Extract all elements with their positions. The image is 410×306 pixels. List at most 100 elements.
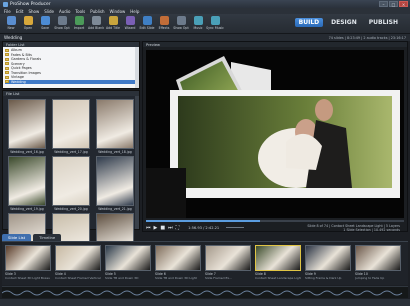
toolbar-music-button[interactable]: Music bbox=[190, 16, 206, 30]
menu-tools[interactable]: Tools bbox=[75, 9, 85, 14]
play-icon[interactable]: ▶ bbox=[154, 225, 158, 231]
toolbar-label: Show Opt bbox=[54, 26, 70, 30]
folder-icon bbox=[5, 62, 9, 66]
folder-label: Vintage bbox=[11, 75, 24, 80]
slide-thumbnail bbox=[255, 245, 301, 271]
show-title: Wedding bbox=[4, 35, 23, 40]
file-list-panel: File List Wedding_vert_16.jpg Wedding_ver… bbox=[2, 90, 140, 268]
file-thumbnail-image bbox=[96, 99, 134, 149]
folder-label: Scenery bbox=[11, 61, 25, 66]
toolbar-wizard-button[interactable]: Wizard bbox=[122, 16, 138, 30]
slide-item[interactable]: Slide 10 Jumping to Fade Up bbox=[355, 245, 401, 282]
menu-publish[interactable]: Publish bbox=[90, 9, 104, 14]
folder-icon bbox=[5, 66, 9, 70]
file-thumbnail[interactable]: Wedding_vert_17.jpg bbox=[51, 99, 91, 154]
slide-name: Slide Framed Ex... bbox=[205, 276, 233, 280]
seek-progress bbox=[146, 220, 260, 222]
folder-list-scrollbar[interactable] bbox=[135, 47, 139, 88]
menu-help[interactable]: Help bbox=[130, 9, 139, 14]
window-title: ProShow Producer bbox=[10, 1, 51, 7]
edit-slide-icon bbox=[142, 16, 152, 25]
toolbar-label: Edit Slide bbox=[139, 26, 155, 30]
show-options-icon bbox=[57, 16, 67, 25]
prev-icon[interactable]: ⏮ bbox=[146, 225, 151, 231]
menu-slide[interactable]: Slide bbox=[44, 9, 54, 14]
toolbar-label: Wizard bbox=[124, 26, 136, 30]
menu-audio[interactable]: Audio bbox=[59, 9, 70, 14]
slide-info-line-2: 1 Slide Selection | 10.492 seconds bbox=[343, 228, 400, 232]
slide-item[interactable]: Slide 7 Slide Framed Ex... bbox=[205, 245, 251, 282]
slide-item[interactable]: Slide 5 Slide TB and Down 3D bbox=[105, 245, 151, 282]
slide-thumbnail bbox=[5, 245, 51, 271]
toolbar-options-button[interactable]: Show Opt bbox=[173, 16, 189, 30]
volume-slider[interactable] bbox=[226, 226, 245, 229]
tab-slide-list[interactable]: Slide List bbox=[2, 234, 32, 241]
folder-icon bbox=[5, 71, 9, 75]
slide-item[interactable]: Slide 6 Slide TB and Down 3D Light bbox=[155, 245, 201, 282]
slide-item[interactable]: Slide 9 Sitting Frame & Dark Up bbox=[305, 245, 351, 282]
slide-list: Slide 3 Contact Sheet 3D Light Boxes Slide… bbox=[2, 241, 408, 285]
slide-name: Sitting Frame & Dark Up bbox=[305, 276, 342, 280]
playback-controls: ⏮ ▶ ■ ⏭ ⛶ 1:56.93 / 2:42.21 Slide 8 of 7… bbox=[146, 224, 404, 232]
toolbar-label: Show Opt bbox=[173, 26, 189, 30]
toolbar-edit-slide-button[interactable]: Edit Slide bbox=[139, 16, 155, 30]
tab-timeline[interactable]: Timeline bbox=[33, 234, 62, 241]
menu-show[interactable]: Show bbox=[28, 9, 39, 14]
mode-switcher: BUILD DESIGN PUBLISH bbox=[294, 18, 402, 27]
slide-item[interactable]: Slide 3 Contact Sheet 3D Light Boxes bbox=[5, 245, 51, 282]
slide-thumbnail bbox=[205, 245, 251, 271]
toolbar-sync-music-button[interactable]: Sync Music bbox=[206, 16, 224, 30]
file-list-scrollbar[interactable] bbox=[135, 96, 139, 229]
toolbar-add-title-button[interactable]: Add Title bbox=[105, 16, 121, 30]
slide-item[interactable]: Slide 8 Contact Sheet Landscape Light bbox=[255, 245, 301, 282]
file-name: Wedding_vert_18.jpg bbox=[98, 150, 132, 154]
menu-file[interactable]: File bbox=[4, 9, 11, 14]
preview-seek-bar[interactable] bbox=[146, 220, 404, 222]
file-thumbnail[interactable]: Wedding_vert_21.jpg bbox=[95, 156, 135, 211]
slide-thumbnail bbox=[355, 245, 401, 271]
toolbar-effects-button[interactable]: Effects bbox=[156, 16, 172, 30]
slide-name: Slide TB and Down 3D bbox=[105, 276, 139, 280]
file-thumbnail-image bbox=[8, 156, 46, 206]
mode-publish-button[interactable]: PUBLISH bbox=[365, 18, 402, 27]
next-icon[interactable]: ⏭ bbox=[168, 225, 173, 231]
audio-track[interactable] bbox=[1, 286, 408, 298]
slide-thumbnail bbox=[55, 245, 101, 271]
toolbar-add-blank-button[interactable]: Add Blank bbox=[88, 16, 104, 30]
slide-item[interactable]: Slide 4 Contact Sheet Framed Vertical bbox=[55, 245, 101, 282]
minimize-icon[interactable]: – bbox=[379, 1, 388, 7]
toolbar-label: Import bbox=[73, 26, 85, 30]
file-thumbnail-image bbox=[96, 156, 134, 206]
toolbar-label: Add Title bbox=[105, 26, 120, 30]
menu-window[interactable]: Window bbox=[110, 9, 126, 14]
new-icon bbox=[6, 16, 16, 25]
file-thumbnail-image bbox=[8, 99, 46, 149]
close-icon[interactable]: × bbox=[399, 1, 408, 7]
file-thumbnail[interactable]: Wedding_vert_20.jpg bbox=[51, 156, 91, 211]
menu-edit[interactable]: Edit bbox=[16, 9, 24, 14]
save-icon bbox=[40, 16, 50, 25]
toolbar-open-button[interactable]: Open bbox=[20, 16, 36, 30]
folder-label: Fades & Bits bbox=[11, 52, 32, 57]
preview-stage[interactable] bbox=[146, 50, 404, 218]
mode-design-button[interactable]: DESIGN bbox=[327, 18, 361, 27]
fullscreen-icon[interactable]: ⛶ bbox=[176, 225, 180, 231]
toolbar-label: New bbox=[7, 26, 15, 30]
toolbar-save-button[interactable]: Save bbox=[37, 16, 53, 30]
file-thumbnail[interactable]: Wedding_vert_18.jpg bbox=[95, 99, 135, 154]
maximize-icon[interactable]: □ bbox=[389, 1, 398, 7]
toolbar-import-button[interactable]: Import bbox=[71, 16, 87, 30]
stop-icon[interactable]: ■ bbox=[160, 225, 165, 231]
file-thumbnail[interactable]: Wedding_vert_19.jpg bbox=[7, 156, 47, 211]
file-thumbnail[interactable]: Wedding_vert_16.jpg bbox=[7, 99, 47, 154]
file-name: Wedding_vert_21.jpg bbox=[98, 207, 132, 211]
file-name: Wedding_vert_19.jpg bbox=[10, 207, 44, 211]
slide-thumbnail bbox=[305, 245, 351, 271]
toolbar-new-button[interactable]: New bbox=[3, 16, 19, 30]
window-controls: – □ × bbox=[379, 1, 408, 7]
mode-build-button[interactable]: BUILD bbox=[294, 18, 324, 27]
folder-item[interactable]: Wedding bbox=[5, 79, 137, 84]
folder-label: Transition Images bbox=[11, 70, 41, 75]
toolbar-show-options-button[interactable]: Show Opt bbox=[54, 16, 70, 30]
folder-icon bbox=[5, 48, 9, 52]
